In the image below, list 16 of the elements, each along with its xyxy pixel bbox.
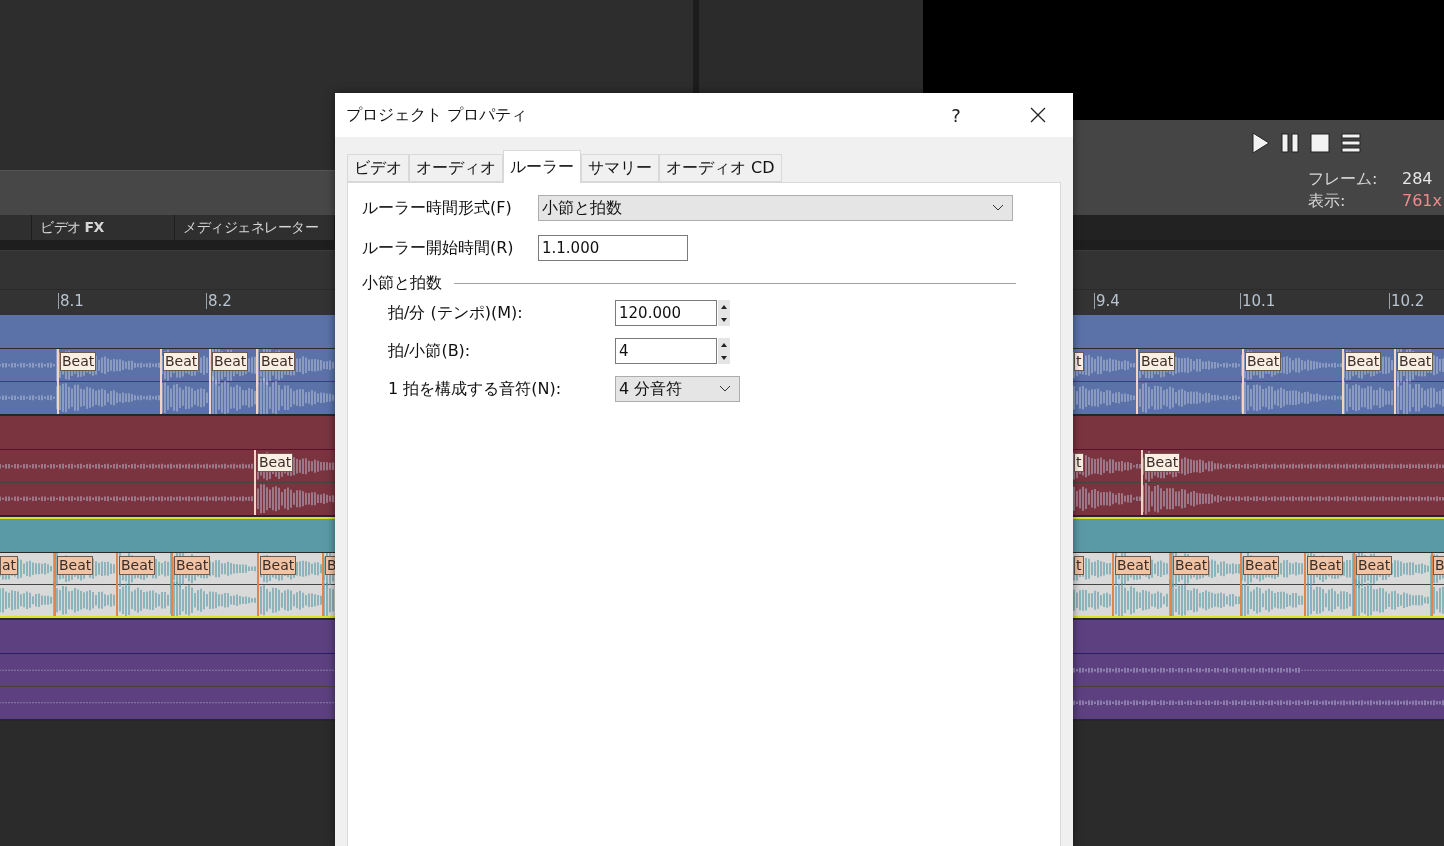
field-label: ルーラー開始時間(R) xyxy=(362,237,515,259)
dialog-title: プロジェクト プロパティ xyxy=(346,104,529,126)
field-label: 1 拍を構成する音符(N): xyxy=(388,378,563,400)
ruler-label: 8.1 xyxy=(58,293,84,309)
field-label: 拍/小節(B): xyxy=(388,340,472,362)
ruler-label: 10.2 xyxy=(1389,293,1425,309)
ruler-label: 9.4 xyxy=(1094,293,1120,309)
info-value: 761x xyxy=(1402,190,1442,212)
ruler-label: 8.2 xyxy=(206,293,232,309)
field-label: ルーラー時間形式(F) xyxy=(362,197,513,219)
info-label: フレーム: xyxy=(1308,168,1379,190)
info-label: 表示: xyxy=(1308,190,1347,212)
group-title: 小節と拍数 xyxy=(362,273,442,294)
info-value: 284 xyxy=(1402,168,1434,190)
ruler-label: 10.1 xyxy=(1240,293,1276,309)
field-label: 拍/分 (テンポ)(M): xyxy=(388,302,524,324)
